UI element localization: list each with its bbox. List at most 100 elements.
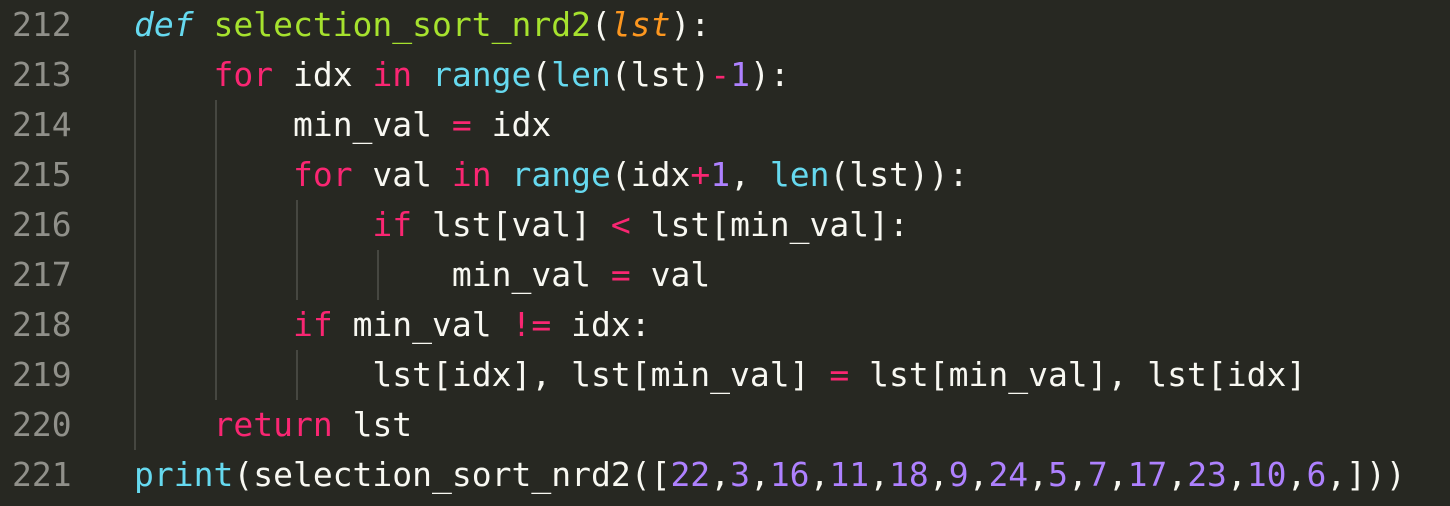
code-token: lst <box>332 405 413 444</box>
code-token: , <box>928 455 949 494</box>
line-number: 213 <box>12 55 72 94</box>
code-token: , <box>749 455 770 494</box>
code-token: 11 <box>829 455 870 494</box>
code-token: 1 <box>730 55 750 94</box>
code-token: , <box>1226 455 1247 494</box>
code-token: ( <box>531 55 552 94</box>
code-text: lst[idx], lst[min_val] = lst[min_val], l… <box>134 350 1306 400</box>
code-line[interactable]: 216 if lst[val] < lst[min_val]: <box>0 200 1450 250</box>
code-token: lst[idx], lst[min_val] <box>372 355 830 394</box>
code-token: (idx <box>610 155 691 194</box>
code-token: lst[val] <box>412 205 611 244</box>
code-text: if lst[val] < lst[min_val]: <box>134 200 909 250</box>
code-text: min_val = idx <box>134 100 551 150</box>
line-number: 219 <box>12 355 72 394</box>
code-token: 5 <box>1048 455 1068 494</box>
code-token: for <box>213 55 274 94</box>
code-token: , <box>1028 455 1049 494</box>
code-token: 16 <box>769 455 810 494</box>
line-number: 215 <box>12 155 72 194</box>
code-token: 23 <box>1187 455 1227 494</box>
code-text: return lst <box>134 400 412 450</box>
code-line[interactable]: 214 min_val = idx <box>0 100 1450 150</box>
code-token: lst <box>610 5 671 44</box>
code-token: (lst)): <box>829 155 969 194</box>
code-token: idx <box>471 105 552 144</box>
code-line[interactable]: 220 return lst <box>0 400 1450 450</box>
code-token: return <box>213 405 333 444</box>
code-line[interactable]: 213 for idx in range(len(lst)-1): <box>0 50 1450 100</box>
line-number: 218 <box>12 305 72 344</box>
code-token: for <box>292 155 353 194</box>
code-token: ,])) <box>1326 455 1406 494</box>
code-token: 18 <box>889 455 929 494</box>
code-token: , <box>869 455 890 494</box>
code-token: len <box>769 155 830 194</box>
code-token: 17 <box>1127 455 1168 494</box>
code-token: min_val <box>292 105 452 144</box>
code-token: if <box>292 305 333 344</box>
code-token: + <box>690 155 711 194</box>
code-token: min_val <box>332 305 512 344</box>
code-text: print(selection_sort_nrd2([22,3,16,11,18… <box>134 450 1406 500</box>
code-token: idx: <box>551 305 651 344</box>
code-token: in <box>451 155 492 194</box>
code-text: for val in range(idx+1, len(lst)): <box>134 150 969 200</box>
code-token: = <box>610 255 631 294</box>
code-token: lst[min_val], lst[idx] <box>849 355 1307 394</box>
code-token: 10 <box>1246 455 1287 494</box>
line-number: 217 <box>12 255 72 294</box>
code-token: idx <box>273 55 373 94</box>
code-line[interactable]: 217 min_val = val <box>0 250 1450 300</box>
code-token: , <box>1067 455 1088 494</box>
code-token: = <box>451 105 472 144</box>
code-line[interactable]: 219 lst[idx], lst[min_val] = lst[min_val… <box>0 350 1450 400</box>
code-token: 22 <box>670 455 711 494</box>
code-token: 24 <box>988 455 1029 494</box>
code-token: , <box>730 155 770 194</box>
code-token: ( <box>590 5 611 44</box>
code-token: print <box>134 455 234 494</box>
code-token: (selection_sort_nrd2([ <box>233 455 671 494</box>
code-token: lst[min_val]: <box>630 205 909 244</box>
code-token: , <box>1167 455 1188 494</box>
code-token: != <box>511 305 552 344</box>
code-line[interactable]: 215 for val in range(idx+1, len(lst)): <box>0 150 1450 200</box>
code-token: , <box>1107 455 1128 494</box>
line-number: 216 <box>12 205 72 244</box>
code-token: len <box>551 55 611 94</box>
code-token: 1 <box>710 155 731 194</box>
code-token: , <box>710 455 731 494</box>
code-token: 9 <box>948 455 969 494</box>
code-token: 7 <box>1087 455 1108 494</box>
code-token: def <box>134 5 194 44</box>
code-line[interactable]: 218 if min_val != idx: <box>0 300 1450 350</box>
code-token: in <box>372 55 413 94</box>
code-token: (lst) <box>610 55 711 94</box>
code-token: < <box>610 205 631 244</box>
code-text: min_val = val <box>134 250 710 300</box>
code-text: def selection_sort_nrd2(lst): <box>134 0 710 50</box>
line-number: 212 <box>12 5 72 44</box>
code-line[interactable]: 221 print(selection_sort_nrd2([22,3,16,11… <box>0 450 1450 500</box>
code-token: , <box>968 455 989 494</box>
code-editor[interactable]: 212 def selection_sort_nrd2(lst): 213 for … <box>0 0 1450 506</box>
line-number: 221 <box>12 455 72 494</box>
code-token: range <box>511 155 611 194</box>
code-token: val <box>352 155 452 194</box>
code-token: selection_sort_nrd2 <box>213 5 591 44</box>
code-line[interactable]: 212 def selection_sort_nrd2(lst): <box>0 0 1450 50</box>
line-number: 214 <box>12 105 72 144</box>
code-token: if <box>372 205 413 244</box>
code-text: for idx in range(len(lst)-1): <box>134 50 789 100</box>
